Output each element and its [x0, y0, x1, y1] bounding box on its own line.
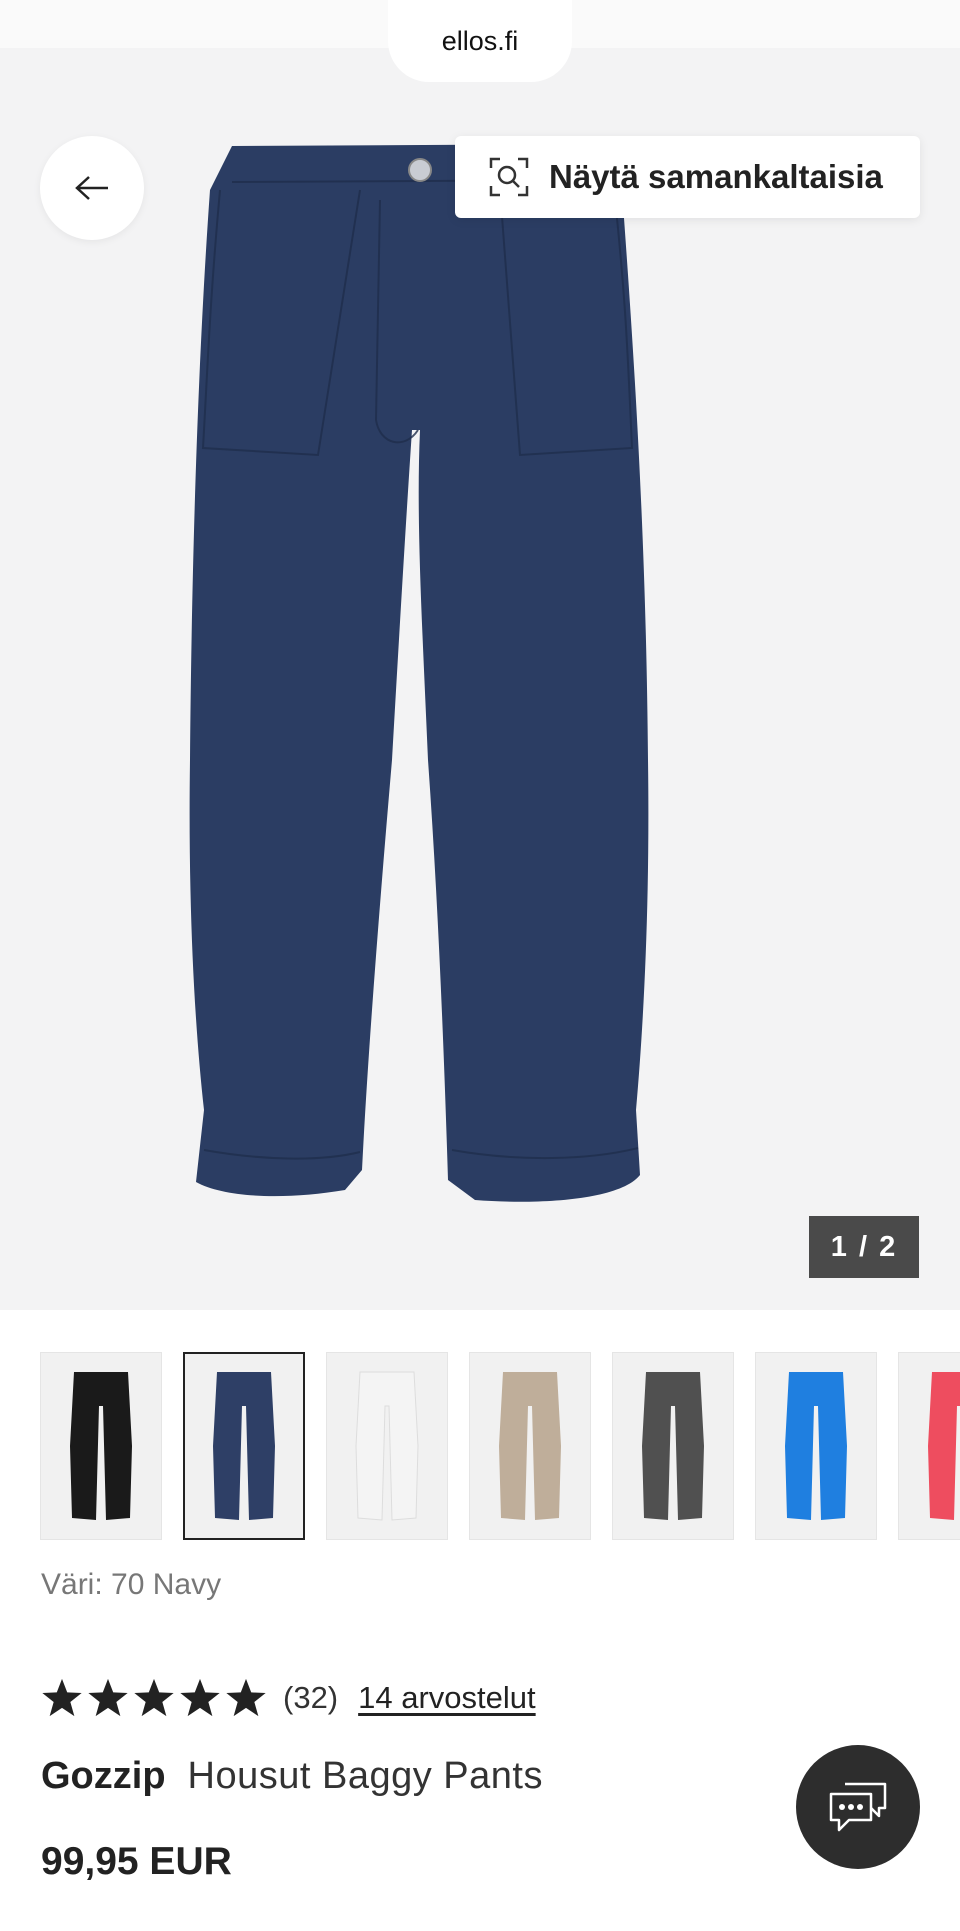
star-icon	[179, 1678, 221, 1718]
chat-button[interactable]	[796, 1745, 920, 1869]
color-thumbnail-beige[interactable]	[469, 1352, 591, 1540]
color-thumbnail-grey[interactable]	[612, 1352, 734, 1540]
chat-bubbles-icon	[827, 1780, 889, 1834]
back-button[interactable]	[40, 136, 144, 240]
thumbnail-pants-image	[213, 1372, 275, 1520]
product-image	[189, 144, 649, 1202]
product-price: 99,95 EUR	[41, 1840, 232, 1883]
product-title: Gozzip Housut Baggy Pants	[41, 1755, 543, 1798]
star-icon	[87, 1678, 129, 1718]
thumbnail-pants-image	[928, 1372, 960, 1520]
color-thumbnail-blue[interactable]	[755, 1352, 877, 1540]
star-icon	[225, 1678, 267, 1718]
rating-stars	[41, 1678, 267, 1718]
color-thumbnail-red[interactable]	[898, 1352, 960, 1540]
star-icon	[133, 1678, 175, 1718]
rating-row: (32) 14 arvostelut	[41, 1670, 536, 1726]
selected-color-label: Väri: 70 Navy	[41, 1568, 222, 1601]
color-thumbnail-black[interactable]	[40, 1352, 162, 1540]
star-icon	[41, 1678, 83, 1718]
arrow-left-icon	[75, 175, 109, 201]
thumbnail-pants-image	[355, 1371, 419, 1521]
color-variant-list	[40, 1352, 960, 1542]
image-counter: 1 / 2	[809, 1216, 919, 1278]
color-thumbnail-navy[interactable]	[183, 1352, 305, 1540]
url-bar[interactable]: ellos.fi	[388, 0, 572, 82]
rating-count: (32)	[283, 1680, 339, 1715]
product-name: Housut Baggy Pants	[187, 1755, 543, 1797]
color-thumbnail-white[interactable]	[326, 1352, 448, 1540]
product-image-gallery[interactable]: Näytä samankaltaisia 1 / 2	[0, 48, 960, 1310]
reviews-link[interactable]: 14 arvostelut	[358, 1680, 536, 1716]
visual-search-icon	[489, 157, 529, 197]
thumbnail-pants-image	[785, 1372, 847, 1520]
thumbnail-pants-image	[70, 1372, 132, 1520]
product-brand[interactable]: Gozzip	[41, 1755, 166, 1798]
thumbnail-pants-image	[642, 1372, 704, 1520]
show-similar-label: Näytä samankaltaisia	[549, 158, 883, 195]
show-similar-button[interactable]: Näytä samankaltaisia	[455, 136, 920, 218]
thumbnail-pants-image	[499, 1372, 561, 1520]
